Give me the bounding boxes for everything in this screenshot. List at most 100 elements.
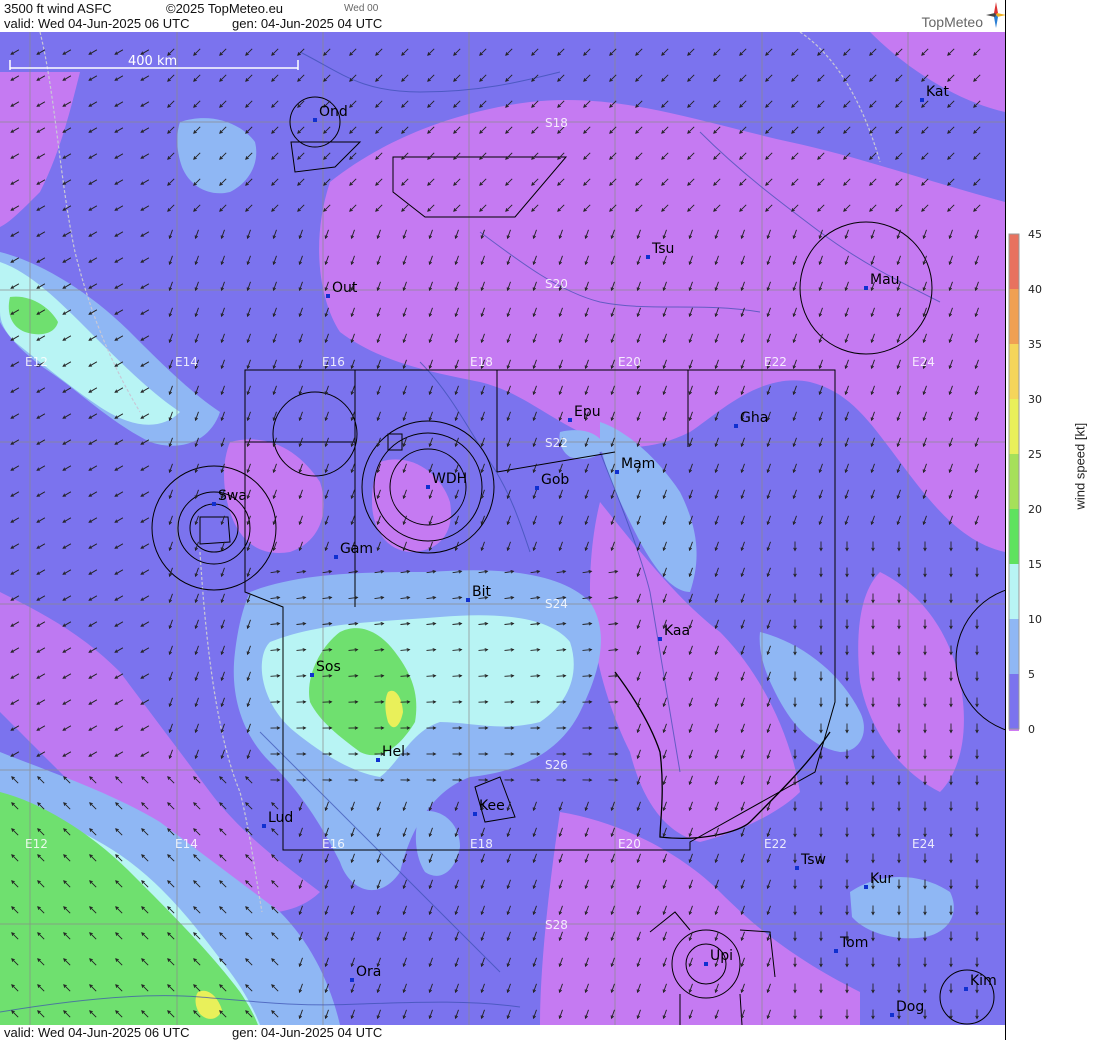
- colorbar: 454035302520151050: [1006, 0, 1097, 1040]
- place-marker: [262, 824, 266, 828]
- colorbar-segment: [1009, 399, 1019, 454]
- lon-label: E20: [618, 837, 641, 851]
- place-marker: [864, 286, 868, 290]
- footer-bar: valid: Wed 04-Jun-2025 06 UTC gen: 04-Ju…: [0, 1025, 1005, 1040]
- lon-label: E16: [322, 355, 345, 369]
- place-label: Swa: [218, 488, 247, 504]
- lat-label: S18: [545, 116, 568, 130]
- colorbar-segment: [1009, 344, 1019, 399]
- place-label: Lud: [268, 810, 293, 826]
- colorbar-segment: [1009, 674, 1019, 729]
- place-marker: [646, 255, 650, 259]
- lon-label: E22: [764, 837, 787, 851]
- place-marker: [313, 118, 317, 122]
- colorbar-segment: [1009, 454, 1019, 509]
- place-label: Ond: [319, 104, 348, 120]
- product-title: 3500 ft wind ASFC: [4, 1, 112, 16]
- place-label: Kaa: [664, 623, 690, 639]
- lon-label: E22: [764, 355, 787, 369]
- place-label: Kur: [870, 871, 893, 887]
- place-marker: [466, 598, 470, 602]
- lon-label: E16: [322, 837, 345, 851]
- place-marker: [426, 485, 430, 489]
- place-marker: [864, 885, 868, 889]
- colorbar-segment: [1009, 234, 1019, 289]
- day-tag: Wed 00: [344, 3, 378, 14]
- lat-label: S22: [545, 436, 568, 450]
- colorbar-segment: [1009, 289, 1019, 344]
- colorbar-tick: 40: [1028, 283, 1042, 296]
- place-marker: [920, 98, 924, 102]
- place-label: Tsu: [651, 241, 674, 257]
- place-label: Kat: [926, 84, 950, 100]
- legend-panel: 454035302520151050: [1005, 0, 1097, 1040]
- colorbar-segment: [1009, 619, 1019, 674]
- place-marker: [310, 673, 314, 677]
- colorbar-title: wind speed [kt]: [1073, 486, 1088, 510]
- colorbar-tick: 5: [1028, 668, 1035, 681]
- lon-label: E18: [470, 355, 493, 369]
- place-marker: [658, 637, 662, 641]
- colorbar-segment: [1009, 509, 1019, 564]
- colorbar-segment: [1009, 564, 1019, 619]
- place-marker: [334, 555, 338, 559]
- lon-label: E14: [175, 837, 198, 851]
- footer-valid: valid: Wed 04-Jun-2025 06 UTC: [4, 1025, 189, 1040]
- lat-label: S28: [545, 918, 568, 932]
- place-label: Gam: [340, 541, 373, 557]
- generated-time: gen: 04-Jun-2025 04 UTC: [232, 16, 382, 31]
- place-marker: [568, 418, 572, 422]
- topmeteo-logo-icon: [986, 2, 1006, 28]
- lon-label: E24: [912, 837, 935, 851]
- place-label: Bit: [472, 584, 491, 600]
- place-label: Out: [332, 280, 358, 296]
- colorbar-tick: 15: [1028, 558, 1042, 571]
- copyright: ©2025 TopMeteo.eu: [166, 1, 283, 16]
- lon-label: E20: [618, 355, 641, 369]
- place-marker: [834, 949, 838, 953]
- lat-label: S26: [545, 758, 568, 772]
- place-label: Gob: [541, 472, 569, 488]
- colorbar-tick: 10: [1028, 613, 1042, 626]
- lon-label: E12: [25, 355, 48, 369]
- place-label: Dog: [896, 999, 924, 1015]
- brand-name: TopMeteo: [922, 14, 983, 30]
- colorbar-tick: 45: [1028, 228, 1042, 241]
- place-marker: [473, 812, 477, 816]
- place-marker: [964, 987, 968, 991]
- place-label: Tom: [839, 935, 868, 951]
- colorbar-tick: 0: [1028, 723, 1035, 736]
- lon-label: E18: [470, 837, 493, 851]
- place-label: Ora: [356, 964, 381, 980]
- place-marker: [734, 424, 738, 428]
- place-label: Kee: [479, 798, 505, 814]
- place-label: Sos: [316, 659, 341, 675]
- place-marker: [350, 978, 354, 982]
- header-bar: 3500 ft wind ASFC ©2025 TopMeteo.eu Wed …: [0, 0, 1005, 32]
- place-label: WDH: [432, 471, 467, 487]
- colorbar-tick: 30: [1028, 393, 1042, 406]
- valid-time: valid: Wed 04-Jun-2025 06 UTC: [4, 16, 189, 31]
- place-marker: [212, 502, 216, 506]
- lon-label: E14: [175, 355, 198, 369]
- colorbar-tick: 20: [1028, 503, 1042, 516]
- lat-label: S24: [545, 597, 568, 611]
- place-marker: [535, 486, 539, 490]
- place-label: Gha: [740, 410, 768, 426]
- place-marker: [376, 758, 380, 762]
- wind-map[interactable]: E12 E14 E16 E18 E20 E22 E24 E12 E14 E16 …: [0, 32, 1005, 1025]
- footer-generated: gen: 04-Jun-2025 04 UTC: [232, 1025, 382, 1040]
- place-marker: [890, 1013, 894, 1017]
- place-label: Mau: [870, 272, 900, 288]
- scale-label: 400 km: [128, 54, 177, 69]
- place-marker: [615, 470, 619, 474]
- place-label: Kim: [970, 973, 997, 989]
- colorbar-tick: 35: [1028, 338, 1042, 351]
- place-marker: [704, 962, 708, 966]
- place-label: Hel: [382, 744, 405, 760]
- lon-label: E12: [25, 837, 48, 851]
- place-marker: [326, 294, 330, 298]
- place-marker: [795, 866, 799, 870]
- place-label: Tsw: [800, 852, 826, 868]
- place-label: Epu: [574, 404, 601, 420]
